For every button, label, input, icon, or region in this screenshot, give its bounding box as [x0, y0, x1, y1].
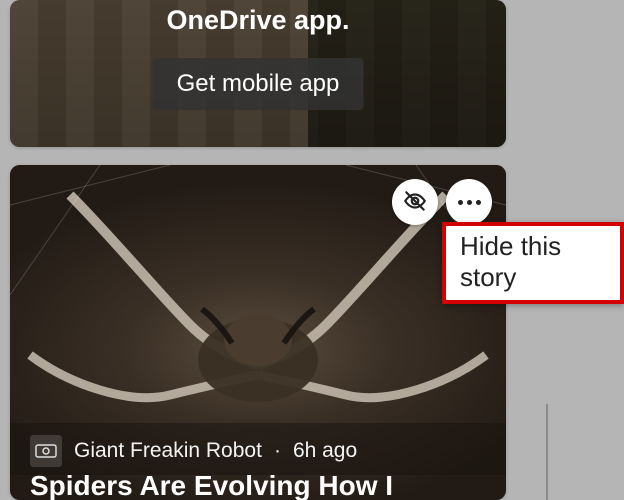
story-source-bar: Giant Freakin Robot · 6h ago	[10, 423, 506, 475]
source-name: Giant Freakin Robot	[74, 439, 262, 463]
more-options-button[interactable]	[446, 179, 492, 225]
story-timestamp: 6h ago	[293, 439, 357, 463]
story-headline: Spiders Are Evolving How I	[30, 471, 486, 500]
source-logo	[30, 435, 62, 467]
promo-title: OneDrive app.	[10, 0, 506, 38]
more-icon	[458, 200, 481, 205]
hide-story-tooltip: Hide this story	[442, 222, 624, 304]
source-separator: ·	[274, 439, 281, 463]
scrollbar-track[interactable]	[546, 404, 548, 500]
get-mobile-app-button[interactable]: Get mobile app	[153, 58, 364, 110]
promo-card: OneDrive app. Get mobile app	[10, 0, 506, 147]
story-action-bar	[392, 179, 492, 225]
story-card[interactable]: Giant Freakin Robot · 6h ago Spiders Are…	[10, 165, 506, 500]
hide-story-button[interactable]	[392, 179, 438, 225]
hide-icon	[402, 188, 428, 217]
